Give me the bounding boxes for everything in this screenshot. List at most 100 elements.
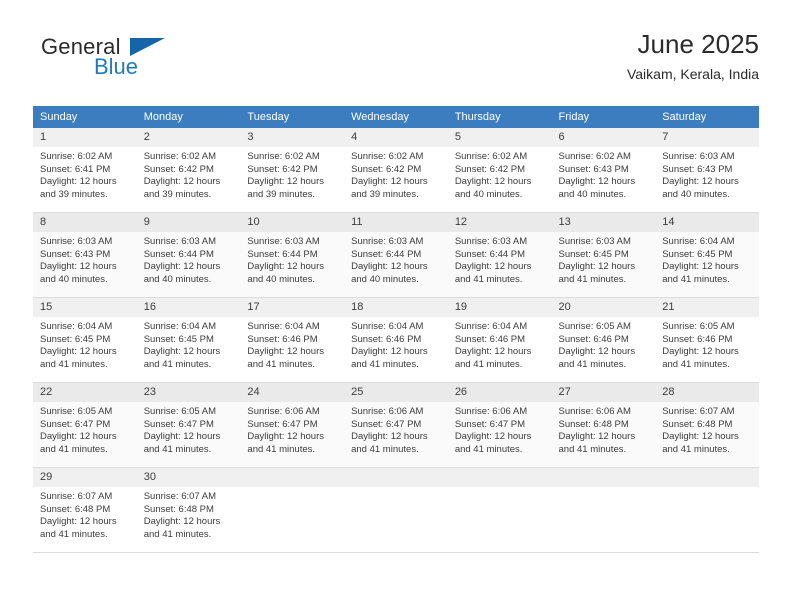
sunrise-text: Sunrise: 6:02 AM bbox=[247, 151, 320, 162]
day-details: Sunrise: 6:02 AM Sunset: 6:42 PM Daylight:… bbox=[240, 147, 344, 201]
daylight-text-line2: and 41 minutes. bbox=[40, 358, 108, 370]
sunrise-text: Sunrise: 6:02 AM bbox=[558, 151, 631, 162]
sunrise-text: Sunrise: 6:02 AM bbox=[40, 151, 113, 162]
calendar-day-cell[interactable]: 22 Sunrise: 6:05 AM Sunset: 6:47 PM Dayligh… bbox=[33, 382, 137, 468]
calendar-day-cell[interactable]: 25 Sunrise: 6:06 AM Sunset: 6:47 PM Dayligh… bbox=[344, 382, 448, 468]
calendar-day-cell[interactable]: 1 Sunrise: 6:02 AM Sunset: 6:41 PM Daylight… bbox=[33, 128, 137, 213]
weekday-header-thursday: Thursday bbox=[447, 106, 552, 128]
calendar-day-cell[interactable]: 17 Sunrise: 6:04 AM Sunset: 6:46 PM Dayligh… bbox=[240, 297, 345, 383]
sunrise-text: Sunrise: 6:02 AM bbox=[351, 151, 424, 162]
sunrise-text: Sunrise: 6:02 AM bbox=[143, 151, 217, 162]
brand-logo[interactable]: General Blue bbox=[35, 34, 215, 90]
sunset-text: Sunset: 6:47 PM bbox=[247, 418, 318, 430]
calendar-day-cell[interactable]: 27 Sunrise: 6:06 AM Sunset: 6:48 PM Dayligh… bbox=[551, 382, 656, 468]
calendar-day-cell[interactable]: 9 Sunrise: 6:03 AM Sunset: 6:44 PM Daylight… bbox=[136, 212, 241, 298]
calendar-day-cell[interactable]: 19 Sunrise: 6:04 AM Sunset: 6:46 PM Dayligh… bbox=[447, 297, 552, 383]
day-number: 11 bbox=[344, 213, 448, 232]
calendar-day-cell[interactable]: 18 Sunrise: 6:04 AM Sunset: 6:46 PM Dayligh… bbox=[344, 297, 448, 383]
sunset-text: Sunset: 6:43 PM bbox=[662, 163, 733, 175]
daylight-text-line2: and 41 minutes. bbox=[40, 528, 108, 540]
day-cell-inner bbox=[551, 468, 656, 552]
sunset-text: Sunset: 6:47 PM bbox=[40, 418, 111, 430]
daylight-text-line1: Daylight: 12 hours bbox=[454, 261, 532, 273]
calendar-day-cell[interactable]: 13 Sunrise: 6:03 AM Sunset: 6:45 PM Dayligh… bbox=[551, 212, 656, 298]
calendar-page: General Blue June 2025 Vaikam, Kerala, I… bbox=[0, 0, 792, 612]
daylight-text-line2: and 39 minutes. bbox=[40, 188, 108, 200]
daylight-text-line1: Daylight: 12 hours bbox=[558, 261, 636, 273]
calendar-day-cell[interactable]: 30 Sunrise: 6:07 AM Sunset: 6:48 PM Dayligh… bbox=[136, 467, 241, 553]
day-number: 13 bbox=[551, 213, 656, 232]
day-cell-inner: 18 Sunrise: 6:04 AM Sunset: 6:46 PM Dayligh… bbox=[344, 298, 448, 382]
day-cell-inner: 9 Sunrise: 6:03 AM Sunset: 6:44 PM Daylight… bbox=[136, 213, 241, 297]
calendar-body: 1 Sunrise: 6:02 AM Sunset: 6:41 PM Daylight… bbox=[33, 128, 759, 553]
calendar-day-cell[interactable]: 2 Sunrise: 6:02 AM Sunset: 6:42 PM Daylight… bbox=[136, 128, 241, 213]
daylight-text-line1: Daylight: 12 hours bbox=[662, 346, 739, 358]
calendar-day-cell[interactable]: 20 Sunrise: 6:05 AM Sunset: 6:46 PM Dayligh… bbox=[551, 297, 656, 383]
calendar-day-cell[interactable]: 28 Sunrise: 6:07 AM Sunset: 6:48 PM Dayligh… bbox=[655, 382, 759, 468]
calendar-day-cell[interactable]: 29 Sunrise: 6:07 AM Sunset: 6:48 PM Dayligh… bbox=[33, 467, 137, 553]
day-number: 15 bbox=[33, 298, 137, 317]
calendar-day-cell[interactable]: 26 Sunrise: 6:06 AM Sunset: 6:47 PM Dayligh… bbox=[447, 382, 552, 468]
day-details: Sunrise: 6:07 AM Sunset: 6:48 PM Daylight:… bbox=[655, 402, 759, 456]
calendar-day-cell[interactable]: 8 Sunrise: 6:03 AM Sunset: 6:43 PM Daylight… bbox=[33, 212, 137, 298]
day-details: Sunrise: 6:05 AM Sunset: 6:46 PM Daylight:… bbox=[552, 317, 656, 371]
day-details: Sunrise: 6:04 AM Sunset: 6:46 PM Daylight:… bbox=[344, 317, 448, 371]
day-cell-inner: 3 Sunrise: 6:02 AM Sunset: 6:42 PM Daylight… bbox=[240, 128, 345, 212]
day-number-blank bbox=[447, 468, 552, 487]
calendar-day-cell[interactable]: 7 Sunrise: 6:03 AM Sunset: 6:43 PM Daylight… bbox=[655, 128, 759, 213]
day-number-blank bbox=[655, 468, 759, 487]
calendar-day-cell[interactable]: 4 Sunrise: 6:02 AM Sunset: 6:42 PM Daylight… bbox=[344, 128, 448, 213]
daylight-text-line1: Daylight: 12 hours bbox=[351, 346, 428, 358]
sunset-text: Sunset: 6:47 PM bbox=[454, 418, 526, 430]
day-details: Sunrise: 6:04 AM Sunset: 6:46 PM Daylight:… bbox=[448, 317, 552, 371]
calendar-day-cell[interactable]: 11 Sunrise: 6:03 AM Sunset: 6:44 PM Dayligh… bbox=[344, 212, 448, 298]
day-number: 29 bbox=[33, 468, 137, 487]
weekday-header-sunday: Sunday bbox=[33, 106, 137, 128]
daylight-text-line1: Daylight: 12 hours bbox=[662, 176, 739, 188]
daylight-text-line2: and 41 minutes. bbox=[558, 358, 627, 370]
day-cell-inner: 17 Sunrise: 6:04 AM Sunset: 6:46 PM Dayligh… bbox=[240, 298, 345, 382]
calendar-day-cell[interactable]: 10 Sunrise: 6:03 AM Sunset: 6:44 PM Dayligh… bbox=[240, 212, 345, 298]
calendar-day-cell-empty bbox=[447, 467, 552, 553]
calendar-day-cell[interactable]: 23 Sunrise: 6:05 AM Sunset: 6:47 PM Dayligh… bbox=[136, 382, 241, 468]
calendar-day-cell[interactable]: 15 Sunrise: 6:04 AM Sunset: 6:45 PM Dayligh… bbox=[33, 297, 137, 383]
calendar-day-cell[interactable]: 3 Sunrise: 6:02 AM Sunset: 6:42 PM Daylight… bbox=[240, 128, 345, 213]
day-details: Sunrise: 6:04 AM Sunset: 6:45 PM Daylight:… bbox=[33, 317, 137, 371]
sunset-text: Sunset: 6:43 PM bbox=[558, 163, 629, 175]
daylight-text-line2: and 41 minutes. bbox=[143, 443, 212, 455]
sunrise-text: Sunrise: 6:03 AM bbox=[247, 236, 320, 247]
daylight-text-line2: and 41 minutes. bbox=[558, 443, 627, 455]
daylight-text-line1: Daylight: 12 hours bbox=[247, 346, 324, 358]
sunset-text: Sunset: 6:48 PM bbox=[143, 503, 214, 515]
day-cell-inner: 6 Sunrise: 6:02 AM Sunset: 6:43 PM Daylight… bbox=[551, 128, 656, 212]
calendar-week-row: 15 Sunrise: 6:04 AM Sunset: 6:45 PM Dayligh… bbox=[33, 297, 759, 383]
sunrise-text: Sunrise: 6:05 AM bbox=[40, 406, 113, 417]
day-number: 5 bbox=[447, 128, 552, 147]
day-details: Sunrise: 6:06 AM Sunset: 6:47 PM Daylight:… bbox=[240, 402, 344, 456]
calendar-day-cell[interactable]: 16 Sunrise: 6:04 AM Sunset: 6:45 PM Dayligh… bbox=[136, 297, 241, 383]
calendar-day-cell[interactable]: 5 Sunrise: 6:02 AM Sunset: 6:42 PM Daylight… bbox=[447, 128, 552, 213]
day-cell-inner: 10 Sunrise: 6:03 AM Sunset: 6:44 PM Dayligh… bbox=[240, 213, 345, 297]
sunset-text: Sunset: 6:46 PM bbox=[454, 333, 526, 345]
day-cell-inner: 1 Sunrise: 6:02 AM Sunset: 6:41 PM Daylight… bbox=[33, 128, 137, 212]
day-cell-inner bbox=[447, 468, 552, 552]
calendar-day-cell[interactable]: 21 Sunrise: 6:05 AM Sunset: 6:46 PM Dayligh… bbox=[655, 297, 759, 383]
calendar-day-cell[interactable]: 6 Sunrise: 6:02 AM Sunset: 6:43 PM Daylight… bbox=[551, 128, 656, 213]
calendar-day-cell[interactable]: 14 Sunrise: 6:04 AM Sunset: 6:45 PM Dayligh… bbox=[655, 212, 759, 298]
sunset-text: Sunset: 6:44 PM bbox=[454, 248, 526, 260]
day-details: Sunrise: 6:02 AM Sunset: 6:42 PM Daylight:… bbox=[137, 147, 241, 201]
day-cell-inner: 28 Sunrise: 6:07 AM Sunset: 6:48 PM Dayligh… bbox=[655, 383, 759, 467]
day-cell-inner: 24 Sunrise: 6:06 AM Sunset: 6:47 PM Dayligh… bbox=[240, 383, 345, 467]
sunrise-text: Sunrise: 6:06 AM bbox=[558, 406, 631, 417]
day-number: 21 bbox=[655, 298, 759, 317]
day-number: 4 bbox=[344, 128, 448, 147]
day-number: 17 bbox=[240, 298, 345, 317]
sunrise-text: Sunrise: 6:05 AM bbox=[558, 321, 631, 332]
calendar-day-cell[interactable]: 24 Sunrise: 6:06 AM Sunset: 6:47 PM Dayligh… bbox=[240, 382, 345, 468]
day-cell-inner: 13 Sunrise: 6:03 AM Sunset: 6:45 PM Dayligh… bbox=[551, 213, 656, 297]
day-details: Sunrise: 6:05 AM Sunset: 6:46 PM Daylight:… bbox=[655, 317, 759, 371]
daylight-text-line1: Daylight: 12 hours bbox=[40, 516, 117, 528]
calendar-header-row: Sunday Monday Tuesday Wednesday Thursday… bbox=[33, 106, 759, 128]
day-number: 12 bbox=[447, 213, 552, 232]
calendar-day-cell[interactable]: 12 Sunrise: 6:03 AM Sunset: 6:44 PM Dayligh… bbox=[447, 212, 552, 298]
